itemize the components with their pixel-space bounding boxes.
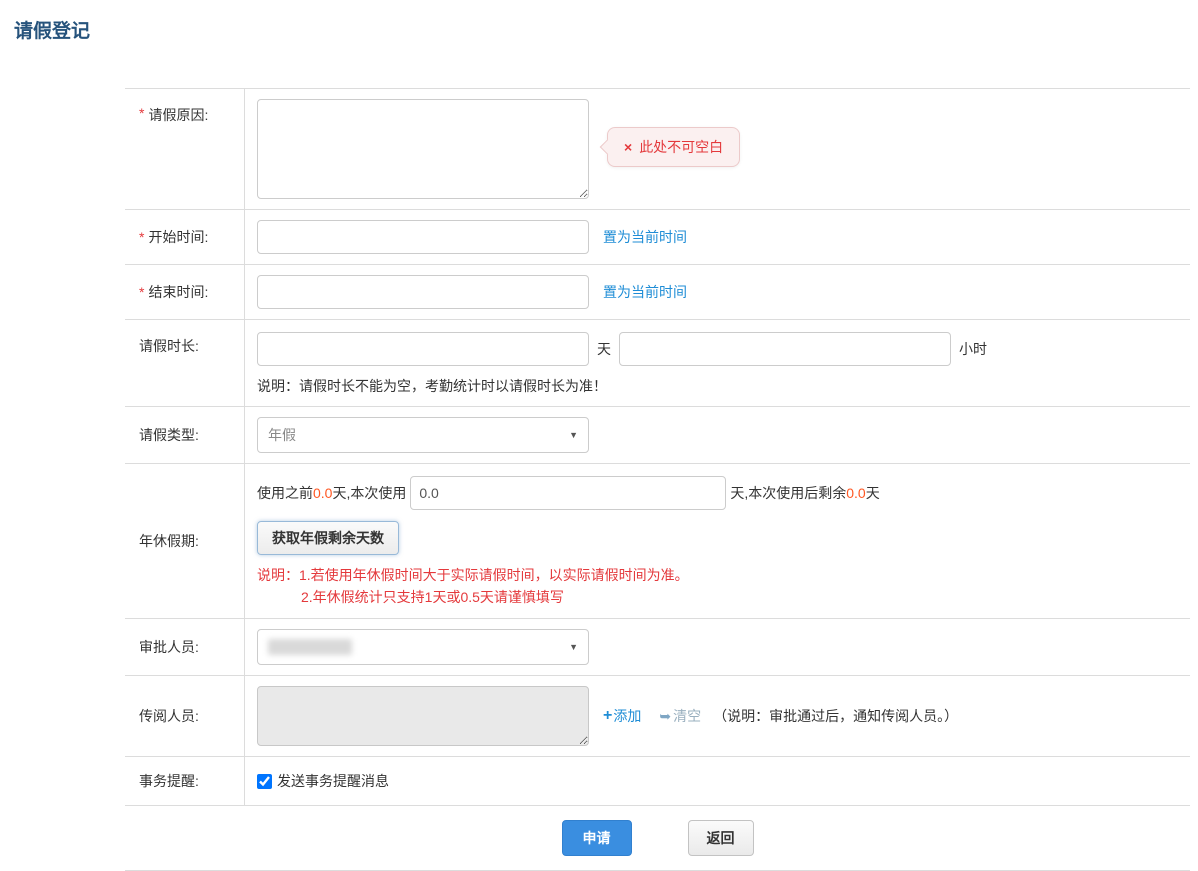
end-time-content-cell: 置为当前时间 xyxy=(245,265,1190,319)
annual-used-before-value: 0.0 xyxy=(313,485,332,501)
annual-leave-note-1: 说明：1.若使用年休假时间大于实际请假时间，以实际请假时间为准。 xyxy=(257,564,689,586)
reminder-content-cell: 发送事务提醒消息 xyxy=(245,757,1190,805)
approver-label-cell: 审批人员: xyxy=(125,619,245,675)
row-annual-leave: 年休假期: 使用之前0.0天,本次使用 天,本次使用后剩余0.0天 获取年假剩余… xyxy=(125,464,1190,619)
duration-hour-unit: 小时 xyxy=(959,339,987,359)
cc-add-link[interactable]: 添加 xyxy=(613,706,641,726)
required-asterisk: * xyxy=(139,105,144,121)
approver-select[interactable]: ▼ xyxy=(257,629,589,665)
row-reminder: 事务提醒: 发送事务提醒消息 xyxy=(125,757,1190,806)
cc-content-cell: +添加 ➥清空 （说明：审批通过后，通知传阅人员。） xyxy=(245,676,1190,756)
duration-label: 请假时长: xyxy=(139,336,199,356)
duration-hours-input[interactable] xyxy=(619,332,951,366)
leave-type-label: 请假类型: xyxy=(139,425,199,445)
duration-inputs-line: 天 小时 xyxy=(257,332,995,366)
reminder-checkbox-label: 发送事务提醒消息 xyxy=(277,771,389,791)
start-time-input[interactable] xyxy=(257,220,589,254)
leave-type-label-cell: 请假类型: xyxy=(125,407,245,463)
row-end-time: * 结束时间: 置为当前时间 xyxy=(125,265,1190,320)
cc-textarea[interactable] xyxy=(257,686,589,746)
duration-content-cell: 天 小时 说明：请假时长不能为空，考勤统计时以请假时长为准！ xyxy=(245,320,1190,406)
cc-note: （说明：审批通过后，通知传阅人员。） xyxy=(713,706,958,726)
end-time-input[interactable] xyxy=(257,275,589,309)
annual-remain-value: 0.0 xyxy=(846,485,865,501)
row-duration: 请假时长: 天 小时 说明：请假时长不能为空，考勤统计时以请假时长为准！ xyxy=(125,320,1190,407)
leave-request-form: * 请假原因: × 此处不可空白 * 开始时间: 置为当前时间 xyxy=(125,88,1190,871)
reminder-label-cell: 事务提醒: xyxy=(125,757,245,805)
duration-note: 说明：请假时长不能为空，考勤统计时以请假时长为准！ xyxy=(257,376,607,396)
chevron-down-icon: ▼ xyxy=(569,430,578,440)
annual-use-now-input[interactable] xyxy=(410,476,726,510)
start-set-now-link[interactable]: 置为当前时间 xyxy=(603,227,687,247)
row-cc: 传阅人员: +添加 ➥清空 （说明：审批通过后，通知传阅人员。） xyxy=(125,676,1190,757)
reminder-label: 事务提醒: xyxy=(139,771,199,791)
annual-use-now-text: 天,本次使用 xyxy=(332,483,406,503)
row-reason: * 请假原因: × 此处不可空白 xyxy=(125,89,1190,210)
annual-leave-label-cell: 年休假期: xyxy=(125,464,245,618)
leave-type-content-cell: 年假 ▼ xyxy=(245,407,1190,463)
start-time-label-cell: * 开始时间: xyxy=(125,210,245,264)
end-time-label-cell: * 结束时间: xyxy=(125,265,245,319)
end-set-now-link[interactable]: 置为当前时间 xyxy=(603,282,687,302)
annual-leave-content-cell: 使用之前0.0天,本次使用 天,本次使用后剩余0.0天 获取年假剩余天数 说明：… xyxy=(245,464,1190,618)
validation-tooltip: × 此处不可空白 xyxy=(607,127,740,167)
required-asterisk: * xyxy=(139,284,144,300)
clear-arrow-icon: ➥ xyxy=(659,708,671,725)
cc-label-cell: 传阅人员: xyxy=(125,676,245,756)
annual-remain-unit: 天 xyxy=(866,483,880,503)
approver-label: 审批人员: xyxy=(139,637,199,657)
duration-label-cell: 请假时长: xyxy=(125,320,245,406)
reason-label-cell: * 请假原因: xyxy=(125,89,245,209)
plus-icon: + xyxy=(603,707,612,725)
duration-day-unit: 天 xyxy=(597,339,611,359)
start-time-content-cell: 置为当前时间 xyxy=(245,210,1190,264)
row-actions: 申请 返回 xyxy=(125,806,1190,871)
back-button[interactable]: 返回 xyxy=(688,820,754,856)
reason-label: 请假原因: xyxy=(148,105,208,125)
row-start-time: * 开始时间: 置为当前时间 xyxy=(125,210,1190,265)
approver-content-cell: ▼ xyxy=(245,619,1190,675)
leave-type-selected-value: 年假 xyxy=(268,425,296,445)
reason-content-cell: × 此处不可空白 xyxy=(245,89,1190,209)
start-time-label: 开始时间: xyxy=(148,227,208,247)
annual-leave-summary-line: 使用之前0.0天,本次使用 天,本次使用后剩余0.0天 xyxy=(257,476,880,510)
annual-leave-note-2: 2.年休假统计只支持1天或0.5天请谨慎填写 xyxy=(301,586,564,608)
chevron-down-icon: ▼ xyxy=(569,642,578,652)
approver-blurred-value xyxy=(268,639,352,655)
reason-textarea[interactable] xyxy=(257,99,589,199)
cc-clear-link[interactable]: 清空 xyxy=(673,706,701,726)
required-asterisk: * xyxy=(139,229,144,245)
row-leave-type: 请假类型: 年假 ▼ xyxy=(125,407,1190,464)
cc-label: 传阅人员: xyxy=(139,706,199,726)
annual-remain-text: 天,本次使用后剩余 xyxy=(730,483,846,503)
duration-days-input[interactable] xyxy=(257,332,589,366)
validation-tooltip-text: 此处不可空白 xyxy=(639,139,723,155)
submit-button[interactable]: 申请 xyxy=(562,820,632,856)
annual-leave-label: 年休假期: xyxy=(139,531,199,551)
end-time-label: 结束时间: xyxy=(148,282,208,302)
actions-content-cell: 申请 返回 xyxy=(125,806,1190,870)
page-title: 请假登记 xyxy=(14,16,90,43)
error-x-icon: × xyxy=(624,139,632,155)
fetch-annual-remaining-button[interactable]: 获取年假剩余天数 xyxy=(257,521,399,555)
annual-used-before-text: 使用之前 xyxy=(257,483,313,503)
row-approver: 审批人员: ▼ xyxy=(125,619,1190,676)
leave-type-select[interactable]: 年假 ▼ xyxy=(257,417,589,453)
reminder-checkbox[interactable] xyxy=(257,774,272,789)
